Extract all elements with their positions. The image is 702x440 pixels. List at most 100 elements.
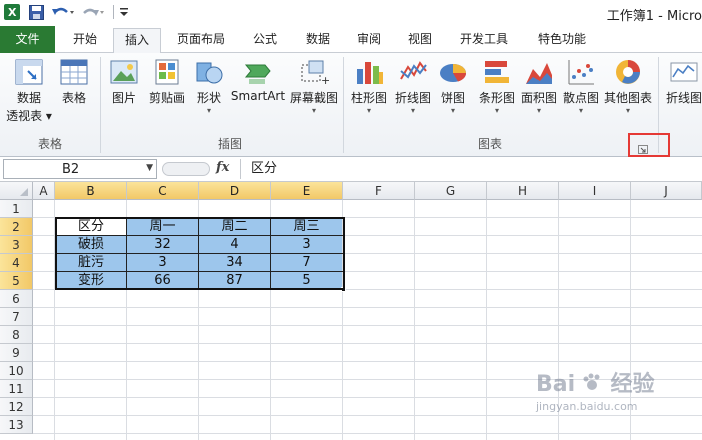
table-button[interactable]: 表格 — [56, 57, 92, 106]
tab-page-layout[interactable]: 页面布局 — [168, 28, 234, 53]
gridline — [33, 307, 702, 308]
column-header-c[interactable]: C — [127, 182, 199, 200]
select-all-corner[interactable] — [0, 182, 33, 200]
cell-d5[interactable]: 87 — [199, 272, 270, 290]
pie-chart-label: 饼图 — [440, 91, 465, 105]
watermark: Bai 经验 jingyan.baidu.com — [536, 366, 696, 436]
table-label: 表格 — [61, 91, 86, 105]
formula-bar-splitter[interactable] — [162, 162, 210, 176]
tab-data[interactable]: 数据 — [295, 28, 341, 53]
scatter-chart-button[interactable]: 散点图 ▾ — [559, 57, 603, 116]
area-chart-button[interactable]: 面积图 ▾ — [517, 57, 561, 116]
column-header-g[interactable]: G — [415, 182, 487, 200]
cell-e3[interactable]: 3 — [271, 236, 342, 254]
save-icon[interactable] — [27, 3, 45, 21]
pivot-label-2: 透视表 ▾ — [6, 109, 52, 123]
column-header-d[interactable]: D — [199, 182, 271, 200]
row-header-11[interactable]: 11 — [0, 380, 33, 398]
row-header-4[interactable]: 4 — [0, 254, 33, 272]
formula-input[interactable]: 区分 — [240, 159, 700, 179]
tab-insert[interactable]: 插入 — [113, 28, 161, 54]
tab-home[interactable]: 开始 — [62, 28, 108, 53]
line-chart-button[interactable]: 折线图 ▾ — [391, 57, 435, 116]
row-header-12[interactable]: 12 — [0, 398, 33, 416]
fill-handle[interactable] — [341, 287, 346, 292]
pie-chart-button[interactable]: 饼图 ▾ — [435, 57, 471, 116]
cell-b4[interactable]: 脏污 — [56, 254, 126, 272]
window-title: 工作簿1 - Micro — [606, 9, 702, 24]
name-box-dropdown-icon[interactable]: ▼ — [146, 163, 153, 173]
column-chart-button[interactable]: 柱形图 ▾ — [347, 57, 391, 116]
cell-b2[interactable]: 区分 — [56, 218, 126, 236]
smartart-label: SmartArt — [230, 89, 286, 103]
cell-c2[interactable]: 周一 — [127, 218, 198, 236]
picture-button[interactable]: 图片 — [106, 57, 142, 106]
tab-developer[interactable]: 开发工具 — [450, 28, 518, 53]
cell-d3[interactable]: 4 — [199, 236, 270, 254]
worksheet-grid[interactable]: A B C D E F G H I J 1 2 3 4 5 6 7 8 9 10… — [0, 182, 702, 440]
smartart-button[interactable]: SmartArt — [230, 57, 286, 103]
screenshot-button[interactable]: + 屏幕截图 ▾ — [288, 57, 340, 116]
row-header-3[interactable]: 3 — [0, 236, 33, 254]
row-header-1[interactable]: 1 — [0, 200, 33, 218]
row-header-5[interactable]: 5 — [0, 272, 33, 290]
tab-view[interactable]: 视图 — [397, 28, 443, 53]
row-header-13[interactable]: 13 — [0, 416, 33, 434]
column-header-a[interactable]: A — [33, 182, 55, 200]
row-header-8[interactable]: 8 — [0, 326, 33, 344]
undo-icon[interactable] — [50, 3, 76, 21]
bar-chart-button[interactable]: 条形图 ▾ — [475, 57, 519, 116]
scatter-chart-icon — [566, 57, 596, 87]
cell-c4[interactable]: 3 — [127, 254, 198, 272]
ribbon-tabs: 文件 开始 插入 页面布局 公式 数据 审阅 视图 开发工具 特色功能 — [0, 26, 702, 54]
column-header-e[interactable]: E — [271, 182, 343, 200]
tab-special-features[interactable]: 特色功能 — [528, 28, 596, 53]
area-chart-label: 面积图 — [520, 91, 557, 105]
cell-d4[interactable]: 34 — [199, 254, 270, 272]
screenshot-label: 屏幕截图 — [289, 91, 338, 105]
shapes-button[interactable]: 形状 ▾ — [192, 57, 226, 116]
cell-e2[interactable]: 周三 — [271, 218, 342, 236]
tab-review[interactable]: 审阅 — [346, 28, 392, 53]
cell-e4[interactable]: 7 — [271, 254, 342, 272]
clipart-label: 剪贴画 — [148, 91, 185, 105]
cell-c5[interactable]: 66 — [127, 272, 198, 290]
customize-quick-access-icon[interactable] — [118, 3, 130, 21]
column-header-b[interactable]: B — [55, 182, 127, 200]
other-charts-dropdown-icon: ▾ — [625, 106, 630, 115]
other-charts-button[interactable]: 其他图表 ▾ — [601, 57, 655, 116]
column-header-j[interactable]: J — [631, 182, 702, 200]
tab-file[interactable]: 文件 — [0, 26, 55, 53]
cell-b3[interactable]: 破损 — [56, 236, 126, 254]
cell-d2[interactable]: 周二 — [199, 218, 270, 236]
insert-function-icon[interactable]: fx — [216, 160, 229, 175]
cell-b5[interactable]: 变形 — [56, 272, 126, 290]
picture-icon — [109, 57, 139, 87]
smartart-icon — [243, 57, 273, 87]
title-bar: X 工作簿1 - Micro — [0, 0, 702, 26]
row-header-9[interactable]: 9 — [0, 344, 33, 362]
line-chart-icon — [398, 57, 428, 87]
scatter-chart-label: 散点图 — [562, 91, 599, 105]
column-header-i[interactable]: I — [559, 182, 631, 200]
column-header-f[interactable]: F — [343, 182, 415, 200]
row-header-10[interactable]: 10 — [0, 362, 33, 380]
cell-c3[interactable]: 32 — [127, 236, 198, 254]
row-header-7[interactable]: 7 — [0, 308, 33, 326]
gridline — [33, 343, 702, 344]
column-header-h[interactable]: H — [487, 182, 559, 200]
tab-formulas[interactable]: 公式 — [242, 28, 288, 53]
separator — [110, 3, 118, 21]
row-header-6[interactable]: 6 — [0, 290, 33, 308]
sparkline-line-button[interactable]: 折线图 — [662, 57, 702, 106]
row-header-2[interactable]: 2 — [0, 218, 33, 236]
redo-icon[interactable] — [80, 3, 106, 21]
pivot-table-button[interactable]: 数据 透视表 ▾ — [6, 57, 52, 124]
clipart-button[interactable]: 剪贴画 — [146, 57, 188, 106]
name-box[interactable]: B2 ▼ — [3, 159, 157, 179]
column-chart-dropdown-icon: ▾ — [366, 106, 371, 115]
gridline — [414, 200, 415, 440]
bar-chart-dropdown-icon: ▾ — [494, 106, 499, 115]
name-box-value: B2 — [62, 162, 80, 177]
cell-e5[interactable]: 5 — [271, 272, 342, 290]
